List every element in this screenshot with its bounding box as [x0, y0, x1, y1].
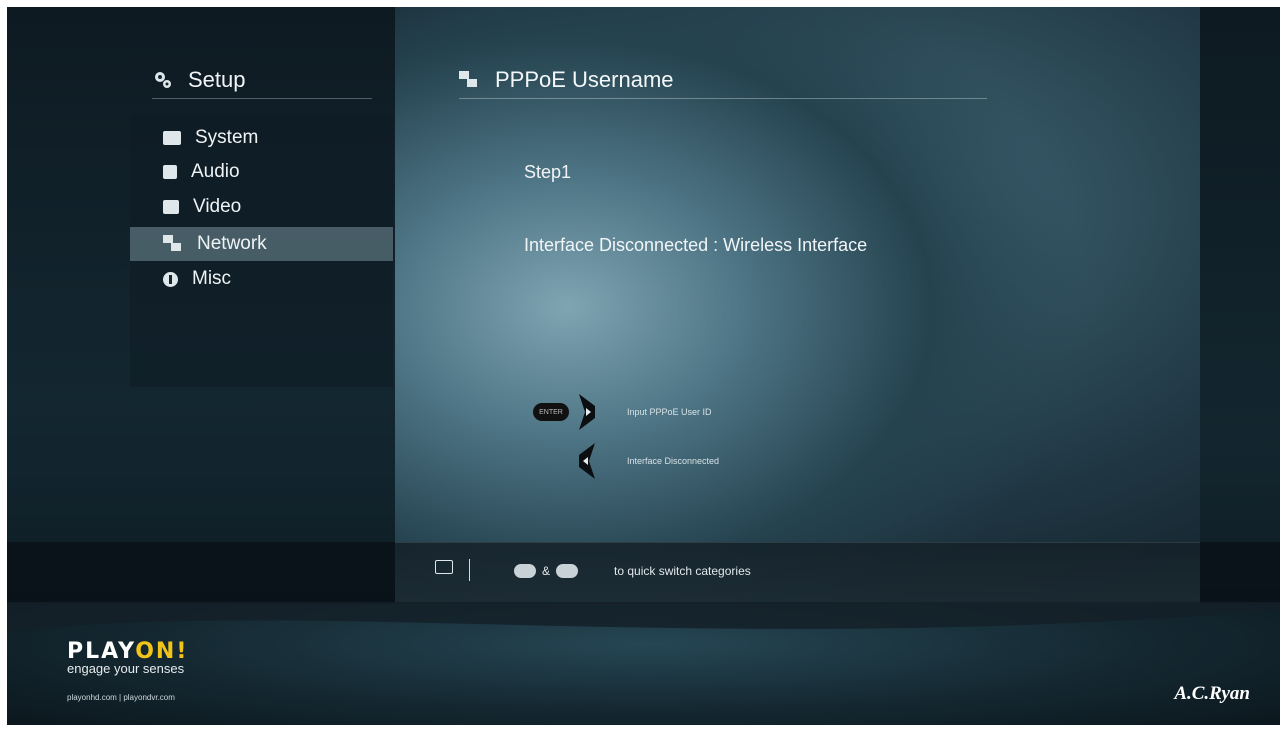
- logo-tagline: engage your senses: [67, 661, 185, 676]
- sidebar-title-label: Setup: [188, 67, 246, 92]
- sidebar-item-video[interactable]: Video: [130, 190, 393, 224]
- sidebar-menu: System Audio Video Network Misc: [130, 115, 393, 387]
- gear-icon: [155, 72, 171, 88]
- right-arrow-icon: [575, 392, 599, 432]
- video-icon: [163, 200, 179, 214]
- page-title-label: PPPoE Username: [495, 67, 674, 92]
- bottom-bar-right: [1200, 542, 1280, 604]
- sidebar-title: Setup: [152, 62, 372, 99]
- sidebar-item-system[interactable]: System: [130, 121, 393, 155]
- divider: [469, 559, 470, 581]
- sidebar-item-label: Network: [197, 233, 267, 254]
- quick-switch-hint: & to quick switch categories: [514, 564, 751, 578]
- step-label: Step1: [524, 162, 572, 182]
- enter-button-icon: ENTER: [533, 403, 569, 421]
- sidebar-item-audio[interactable]: Audio: [130, 155, 393, 189]
- screen: Setup System Audio Video Network Misc PP…: [7, 7, 1280, 725]
- audio-icon: [163, 165, 177, 179]
- bottom-bar-left: [7, 542, 395, 604]
- book-icon: [435, 560, 453, 574]
- playon-logo: PLAYON! engage your senses: [67, 639, 188, 676]
- network-icon: [459, 71, 479, 89]
- left-key-icon: [514, 564, 536, 578]
- sidebar-item-label: Video: [193, 196, 242, 217]
- hint-enter-row: ENTER Input PPPoE User ID: [533, 392, 712, 432]
- info-icon: [163, 271, 178, 287]
- sidebar-item-label: System: [195, 127, 259, 148]
- sidebar-item-label: Audio: [191, 161, 240, 182]
- separator: &: [542, 564, 551, 578]
- right-key-icon: [556, 564, 579, 578]
- sidebar-item-network[interactable]: Network: [130, 227, 393, 261]
- hint-left-row: Interface Disconnected: [575, 441, 719, 481]
- sidebar-item-misc[interactable]: Misc: [130, 262, 393, 296]
- footer-links: playonhd.com | playondvr.com: [67, 693, 175, 702]
- footer-wave: [7, 602, 1280, 632]
- interface-status: Interface Disconnected : Wireless Interf…: [524, 235, 868, 255]
- hint-text: Input PPPoE User ID: [627, 407, 712, 417]
- system-icon: [163, 131, 181, 145]
- quick-switch-text: to quick switch categories: [614, 564, 751, 578]
- left-arrow-icon: [575, 441, 599, 481]
- acryan-logo: A.C.Ryan: [1174, 683, 1250, 704]
- page-title: PPPoE Username: [459, 62, 987, 99]
- network-icon: [163, 235, 183, 253]
- hint-text: Interface Disconnected: [627, 456, 720, 466]
- sidebar-item-label: Misc: [192, 268, 232, 289]
